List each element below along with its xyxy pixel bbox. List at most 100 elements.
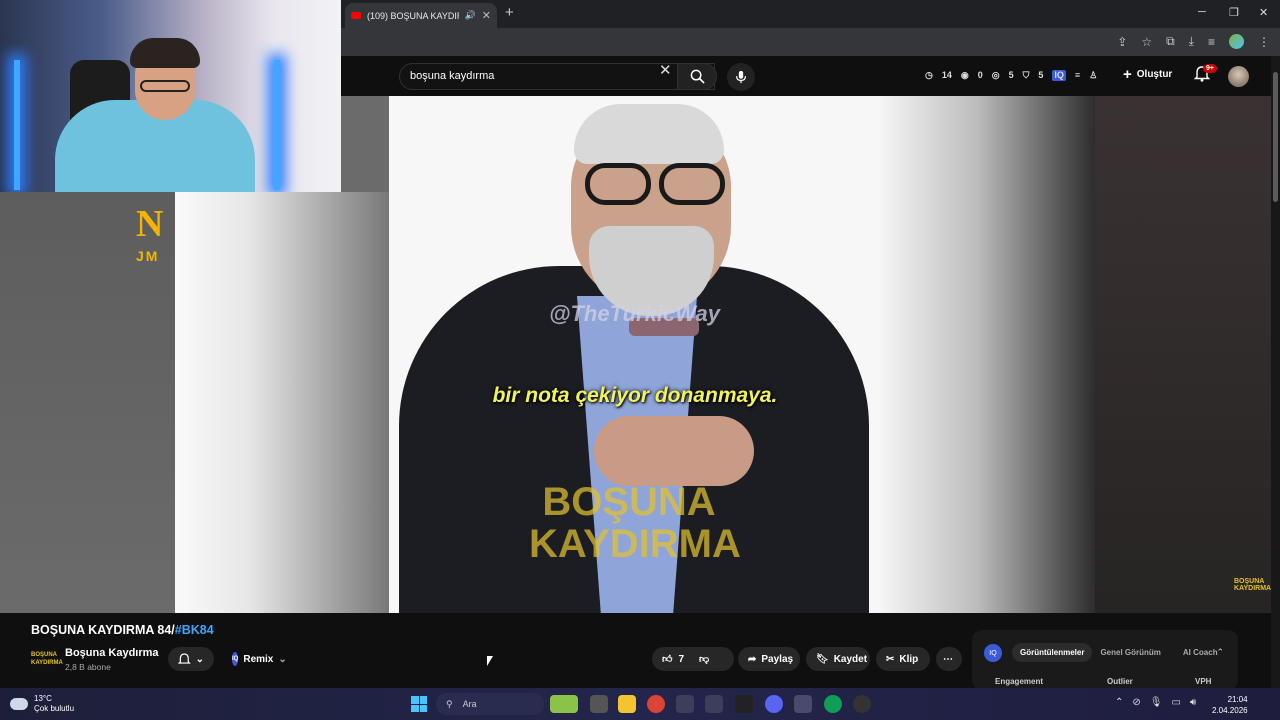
chevron-up-icon[interactable]: ⌃ [1216, 647, 1224, 658]
column-engagement: Engagement [995, 677, 1044, 686]
streamer-hair [130, 38, 200, 68]
hashtag-link[interactable]: #BK84 [175, 623, 214, 637]
minimize-button[interactable]: ─ [1198, 6, 1206, 18]
streamer-logo: N [136, 203, 163, 245]
bell-icon [178, 652, 191, 664]
media-queue-icon[interactable]: ≡ [1208, 35, 1215, 49]
share-button[interactable]: ➦ Paylaş [738, 647, 800, 671]
blurred-background-right [881, 96, 1095, 613]
channel-name[interactable]: Boşuna Kaydırma [65, 647, 159, 659]
browser-tab-bar: (109) BOŞUNA KAYDIRMA 🔊 ✕ + ─ ❐ ✕ [341, 0, 1280, 28]
browser-tab[interactable]: (109) BOŞUNA KAYDIRMA 🔊 ✕ [345, 3, 497, 28]
subscription-bell-button[interactable]: ⌄ [168, 647, 214, 671]
clock[interactable]: 21:04 2.04.2026 [1212, 694, 1248, 716]
tab-views[interactable]: Görüntülenmeler [1012, 643, 1093, 662]
search-button[interactable] [677, 63, 717, 90]
clip-button[interactable]: ✂ Klip [876, 647, 930, 671]
tab-overview[interactable]: Genel Görünüm [1092, 643, 1168, 662]
account-avatar[interactable] [1228, 66, 1249, 87]
more-actions-button[interactable]: ⋯ [936, 647, 962, 671]
voice-search-button[interactable] [727, 63, 755, 91]
brand-logo-line1: BOŞUNA [542, 480, 716, 524]
chrome-alt-icon[interactable] [824, 695, 842, 713]
stat-value: 14 [941, 70, 952, 80]
streamer-glasses [140, 80, 190, 92]
microphone-icon[interactable]: 🎙︎ [1150, 697, 1163, 708]
start-button[interactable] [411, 696, 427, 712]
video-title-text: BOŞUNA KAYDIRMA 84/ [31, 623, 175, 637]
trophy-icon[interactable]: ♙ [1089, 70, 1097, 81]
save-label: Kaydet [833, 653, 868, 665]
more-horizontal-icon: ⋯ [943, 653, 953, 665]
streamer-logo-sub: JM [136, 248, 160, 264]
taskbar-search[interactable]: ⚲ Ara [436, 693, 544, 715]
close-tab-icon[interactable]: ✕ [482, 9, 491, 22]
video-brand-logo: BOŞUNA KAYDIRMA [529, 480, 741, 565]
weather-condition: Çok bulutlu [34, 704, 75, 713]
install-app-icon[interactable]: ⇪ [1117, 35, 1127, 49]
iq-icon: IQ [984, 644, 1002, 662]
search-icon: ⚲ [446, 698, 453, 709]
dislike-button[interactable]: 👎︎ [699, 653, 709, 665]
monitor-icon[interactable]: ▭ [1171, 697, 1180, 708]
tag-icon: ⛉ [1022, 70, 1030, 80]
scrollbar-thumb[interactable] [1273, 72, 1278, 202]
new-tab-button[interactable]: + [505, 4, 514, 21]
profile-avatar-icon[interactable] [1229, 34, 1244, 49]
light-left [14, 60, 20, 190]
file-explorer-icon[interactable] [618, 695, 636, 713]
stat-value: 0 [977, 70, 983, 80]
dark-background [1095, 96, 1271, 613]
notification-badge: 9+ [1203, 64, 1217, 73]
app-icon[interactable] [676, 695, 694, 713]
youtube-header: boşuna kaydırma ✕ ◷ 14 ◉ 0 ◎ 5 ⛉ 5 IQ ≡ ♙ + … [341, 56, 1271, 96]
vidiq-panel: IQ Görüntülenmeler Genel Görünüm AI Coac… [972, 630, 1238, 690]
clock-icon: ◷ [925, 70, 933, 80]
man-hands [594, 416, 754, 486]
obs-icon[interactable] [853, 695, 871, 713]
tab-title: (109) BOŞUNA KAYDIRMA [367, 10, 459, 21]
iq-icon: IQ [232, 652, 239, 666]
eye-icon: ◉ [960, 70, 969, 80]
network-off-icon[interactable]: ⊘ [1132, 697, 1140, 708]
like-button[interactable]: 👍︎ 7 [662, 653, 685, 666]
column-vph: VPH [1195, 677, 1212, 686]
iq-extension-icon[interactable]: IQ [1052, 70, 1066, 81]
browser-menu-icon[interactable]: ⋮ [1258, 35, 1270, 49]
remix-button[interactable]: IQ Remix ⌄ [222, 647, 294, 671]
settings-icon[interactable] [794, 695, 812, 713]
thumbs-up-icon: 👍︎ [662, 654, 673, 665]
discord-icon[interactable] [765, 695, 783, 713]
widget-icon[interactable] [550, 695, 578, 713]
app-icon[interactable] [735, 695, 753, 713]
chevron-up-icon[interactable]: ⌃ [1115, 697, 1123, 708]
app-icon[interactable] [705, 695, 723, 713]
chrome-icon[interactable] [647, 695, 665, 713]
channel-avatar[interactable]: BOŞUNA KAYDIRMA [31, 647, 63, 671]
scissors-icon: ✂ [886, 653, 895, 665]
maximize-button[interactable]: ❐ [1229, 6, 1239, 19]
save-button[interactable]: 🔖︎ Kaydet [806, 647, 870, 671]
microphone-icon [736, 70, 746, 84]
download-icon[interactable]: ⤓ [1189, 34, 1194, 49]
close-window-button[interactable]: ✕ [1259, 6, 1268, 19]
vidiq-stats: ◷ 14 ◉ 0 ◎ 5 ⛉ 5 IQ ≡ ♙ [925, 70, 1097, 81]
system-tray: ⌃ ⊘ 🎙︎ ▭ 🔊︎ [1115, 697, 1196, 708]
corner-brand-logo: BOŞUNA KAYDIRMA [1234, 578, 1272, 592]
stat-value: 5 [1008, 70, 1014, 80]
taskbar-search-placeholder: Ara [462, 699, 477, 709]
target-icon: ◎ [991, 70, 1000, 80]
extensions-icon[interactable]: ⧉ [1166, 34, 1175, 49]
share-icon: ➦ [748, 653, 757, 665]
create-label: Oluştur [1136, 69, 1173, 80]
like-count: 7 [678, 653, 685, 665]
weather-widget[interactable]: 13°C Çok bulutlu [10, 694, 74, 714]
list-icon[interactable]: ≡ [1075, 70, 1080, 81]
task-view-icon[interactable] [590, 695, 608, 713]
bookmark-star-icon[interactable]: ☆ [1141, 35, 1152, 49]
create-button[interactable]: + Oluştur [1123, 66, 1172, 83]
video-frame[interactable]: @TheTurkicWay bir nota çekiyor donanmaya… [389, 96, 881, 613]
volume-icon[interactable]: 🔊︎ [1190, 697, 1196, 708]
clear-search-icon[interactable]: ✕ [659, 61, 672, 79]
subscriber-count: 2,8 B abone [65, 662, 111, 672]
